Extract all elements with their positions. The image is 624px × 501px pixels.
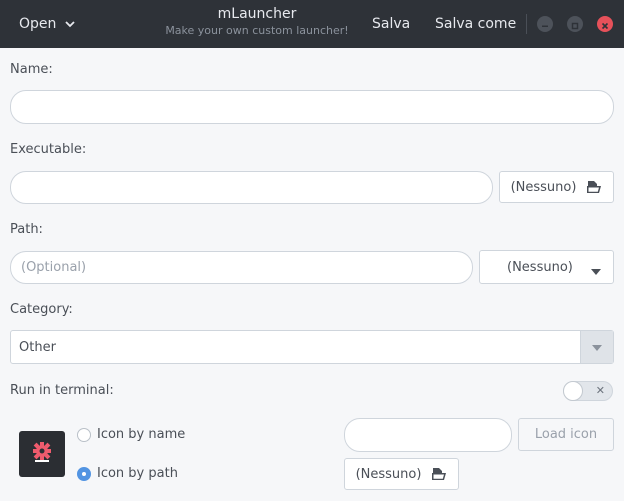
maximize-button[interactable] bbox=[567, 16, 583, 32]
open-menu-button[interactable]: Open bbox=[19, 0, 76, 48]
title-area: mLauncher Make your own custom launcher! bbox=[150, 6, 364, 37]
path-label: Path: bbox=[10, 222, 43, 237]
icon-by-name-radio[interactable] bbox=[77, 428, 91, 442]
path-combo-value: (Nessuno) bbox=[507, 259, 573, 275]
name-label: Name: bbox=[10, 62, 53, 77]
icon-by-path-label[interactable]: Icon by path bbox=[97, 466, 178, 481]
executable-input[interactable] bbox=[10, 171, 493, 204]
chevron-down-icon bbox=[64, 18, 76, 30]
maximize-icon bbox=[571, 15, 579, 34]
load-icon-button[interactable]: Load icon bbox=[518, 418, 614, 451]
save-as-button[interactable]: Salva come bbox=[435, 0, 516, 48]
path-combo-button[interactable]: (Nessuno) bbox=[479, 250, 614, 284]
minimize-icon bbox=[541, 15, 549, 34]
app-title: mLauncher bbox=[217, 6, 297, 22]
save-button[interactable]: Salva bbox=[372, 0, 410, 48]
icon-by-name-label[interactable]: Icon by name bbox=[97, 427, 185, 442]
run-in-terminal-label: Run in terminal: bbox=[10, 383, 114, 398]
document-open-icon bbox=[431, 467, 447, 481]
close-icon bbox=[601, 15, 609, 34]
icon-name-input[interactable] bbox=[344, 418, 512, 452]
header-bar: Open mLauncher Make your own custom laun… bbox=[0, 0, 624, 48]
category-dropdown-button[interactable] bbox=[580, 331, 613, 363]
name-input[interactable] bbox=[10, 90, 614, 124]
category-select[interactable]: Other bbox=[10, 330, 614, 364]
header-separator bbox=[526, 14, 527, 34]
icon-path-file-button-label: (Nessuno) bbox=[355, 466, 422, 482]
open-label: Open bbox=[19, 16, 57, 32]
executable-file-button[interactable]: (Nessuno) bbox=[499, 171, 614, 203]
close-button[interactable] bbox=[597, 16, 613, 32]
app-subtitle: Make your own custom launcher! bbox=[165, 24, 349, 37]
document-open-icon bbox=[586, 180, 602, 194]
executable-label: Executable: bbox=[10, 142, 87, 157]
switch-knob bbox=[563, 381, 583, 401]
switch-off-icon: ✕ bbox=[595, 384, 605, 397]
triangle-down-icon bbox=[591, 264, 601, 279]
app-icon-preview bbox=[19, 431, 65, 477]
executable-file-button-label: (Nessuno) bbox=[510, 179, 577, 195]
path-input[interactable] bbox=[10, 251, 473, 284]
minimize-button[interactable] bbox=[537, 16, 553, 32]
category-label: Category: bbox=[10, 302, 73, 317]
icon-by-path-radio[interactable] bbox=[77, 467, 91, 481]
gear-icon bbox=[29, 441, 55, 467]
category-value: Other bbox=[19, 339, 56, 355]
run-in-terminal-switch[interactable]: ✕ bbox=[563, 381, 613, 401]
triangle-down-icon bbox=[592, 340, 602, 355]
icon-path-file-button[interactable]: (Nessuno) bbox=[344, 458, 459, 490]
